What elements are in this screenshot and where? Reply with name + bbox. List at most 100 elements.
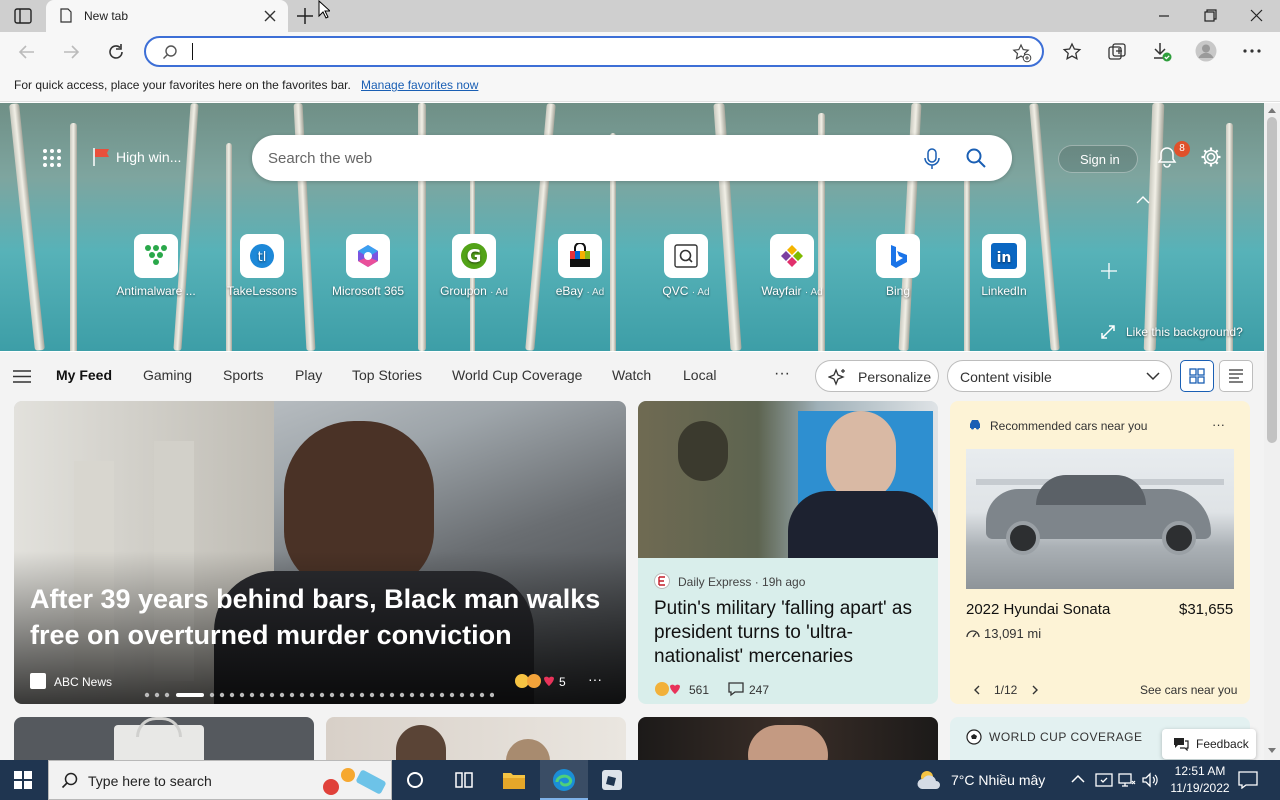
page-scrollbar[interactable] [1264,103,1280,760]
security-tray-icon[interactable] [1095,771,1113,789]
add-quick-link-icon[interactable] [1100,262,1118,280]
taskbar-time[interactable]: 12:51 AM [1170,764,1230,778]
car-mileage: 13,091 mi [984,626,1042,641]
microphone-icon[interactable] [924,148,940,170]
tab-play[interactable]: Play [295,367,322,383]
edge-icon [553,769,575,791]
text-caret [192,43,193,60]
quick-link-qvc[interactable]: QVC · Ad [636,234,736,298]
wind-flag-icon [92,147,112,167]
show-hidden-icons-chevron-icon[interactable] [1071,774,1085,783]
story-card-5[interactable] [326,717,626,760]
quick-link-microsoft-365[interactable]: Microsoft 365 [318,234,418,298]
tab-actions-icon[interactable] [14,8,32,24]
scroll-up-icon[interactable] [1268,107,1276,113]
profile-avatar[interactable] [1195,40,1217,62]
file-explorer-icon[interactable] [502,770,526,790]
menu-icon[interactable] [13,370,31,383]
previous-car-icon[interactable] [973,685,981,695]
antimalware-icon [134,234,178,278]
quick-link-ebay[interactable]: eBay · Ad [530,234,630,298]
close-tab-icon[interactable] [264,10,276,22]
main-story-headline[interactable]: After 39 years behind bars, Black man wa… [30,581,610,653]
settings-and-more-icon[interactable] [1243,49,1261,53]
forward-icon[interactable] [62,43,80,61]
windows-start-icon[interactable] [14,771,32,789]
close-window-button[interactable] [1250,9,1263,22]
tab-top-stories[interactable]: Top Stories [352,367,422,383]
personalize-button[interactable]: Personalize [815,360,939,392]
taskbar-weather[interactable]: 7°C Nhiều mây [951,772,1045,788]
collections-icon[interactable] [1107,42,1127,62]
expand-background-icon[interactable] [1100,324,1116,340]
network-icon[interactable] [1118,771,1136,789]
tab-new-tab[interactable]: New tab [46,0,288,32]
quick-link-antimalware[interactable]: Antimalware ... [106,234,206,298]
story-card-4[interactable] [14,717,314,760]
collapse-chevron-icon[interactable] [1136,195,1150,205]
see-cars-link[interactable]: See cars near you [1140,683,1237,697]
soccer-ball-icon [966,729,982,745]
manage-favorites-link[interactable]: Manage favorites now [361,78,478,92]
favorites-icon[interactable] [1062,42,1082,62]
sign-in-button[interactable]: Sign in [1058,145,1138,173]
scroll-thumb[interactable] [1267,117,1277,443]
new-tab-button[interactable] [296,7,314,25]
putin-story-card[interactable]: Daily Express · 19h ago Putin's military… [638,401,938,704]
putin-story-comment-count: 247 [749,683,770,697]
weather-label[interactable]: High win... [116,149,181,165]
car-model[interactable]: 2022 Hyundai Sonata [966,601,1110,618]
taskbar-search-box[interactable]: Type here to search [48,760,392,800]
quick-link-takelessons[interactable]: tl TakeLessons [212,234,312,298]
back-icon[interactable] [18,43,36,61]
reaction-emojis-icon[interactable] [514,673,558,689]
minimize-button[interactable] [1158,10,1170,22]
quick-link-linkedin[interactable]: in LinkedIn [954,234,1054,298]
notification-center-icon[interactable] [1238,771,1258,789]
cortana-icon[interactable] [406,771,424,789]
restore-button[interactable] [1204,9,1217,22]
tab-world-cup-coverage[interactable]: World Cup Coverage [452,367,582,383]
recommended-cars-card[interactable]: Recommended cars near you ··· 2022 Hyund… [950,401,1250,704]
microsoft-365-icon [346,234,390,278]
like-background-link[interactable]: Like this background? [1126,325,1243,339]
cars-more-icon[interactable]: ··· [1212,417,1225,432]
list-layout-button[interactable] [1219,360,1253,392]
tab-watch[interactable]: Watch [612,367,651,383]
app-icon[interactable] [601,769,623,791]
main-story-card[interactable]: After 39 years behind bars, Black man wa… [14,401,626,704]
grid-layout-button[interactable] [1180,360,1214,392]
edge-taskbar-button[interactable] [540,760,588,800]
carousel-dots[interactable] [144,692,494,698]
next-car-icon[interactable] [1031,685,1039,695]
tab-gaming[interactable]: Gaming [143,367,192,383]
more-tabs-button[interactable]: ··· [774,365,790,383]
add-to-favorites-icon[interactable] [1012,43,1032,63]
quick-link-groupon[interactable]: G Groupon · Ad [424,234,524,298]
story-card-6[interactable] [638,717,938,760]
volume-icon[interactable] [1141,771,1159,789]
main-story-more-icon[interactable]: ··· [588,671,602,687]
quick-link-wayfair[interactable]: Wayfair · Ad [742,234,842,298]
web-search-box[interactable]: Search the web [252,135,1012,181]
content-visibility-dropdown[interactable]: Content visible [947,360,1172,392]
tab-local[interactable]: Local [683,367,716,383]
task-view-icon[interactable] [454,771,474,789]
scroll-down-icon[interactable] [1268,748,1276,754]
address-bar[interactable] [144,36,1044,67]
downloads-icon[interactable] [1151,41,1173,63]
page-settings-icon[interactable] [1200,146,1222,168]
grid-icon [1189,368,1205,384]
web-search-icon[interactable] [966,148,986,168]
tab-my-feed[interactable]: My Feed [56,367,112,383]
quick-link-bing[interactable]: Bing [848,234,948,298]
weather-cloud-icon[interactable] [916,768,944,792]
feedback-button[interactable]: Feedback [1162,729,1256,759]
apps-launcher-icon[interactable] [42,148,62,168]
comment-icon[interactable] [727,681,745,697]
tab-sports[interactable]: Sports [223,367,263,383]
putin-story-headline[interactable]: Putin's military 'falling apart' as pres… [654,597,926,669]
refresh-icon[interactable] [106,42,126,62]
reaction-emojis-icon[interactable] [654,681,686,697]
taskbar-date[interactable]: 11/19/2022 [1163,781,1237,795]
